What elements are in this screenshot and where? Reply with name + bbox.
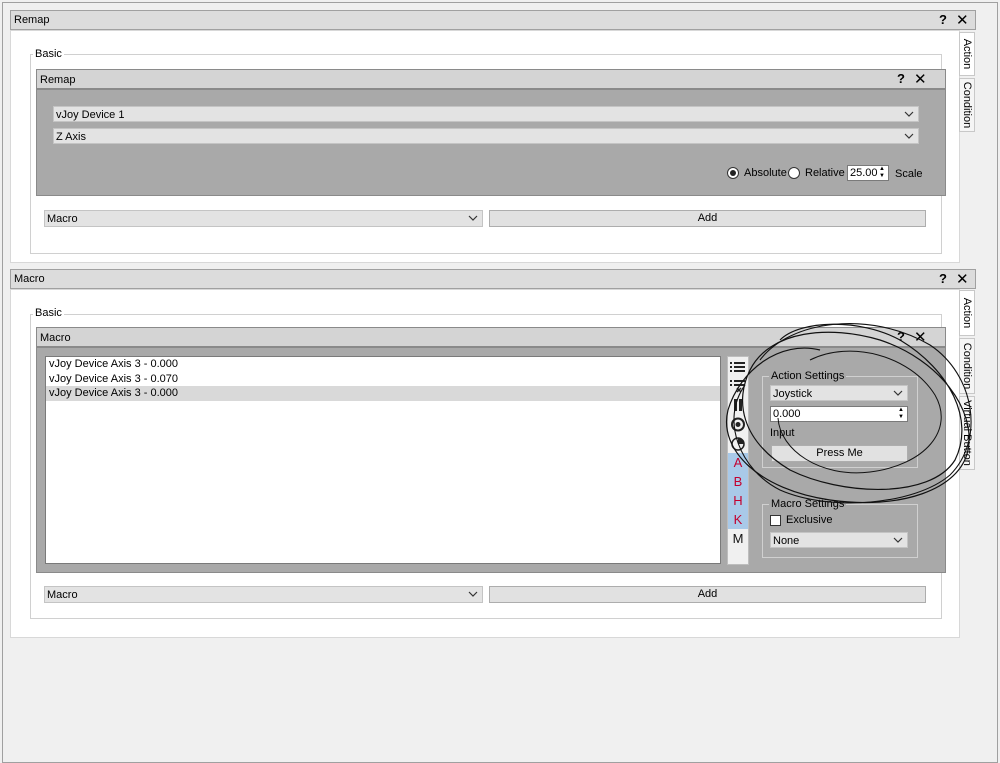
remap-panel-title: Remap bbox=[14, 14, 50, 26]
device-select-value: vJoy Device 1 bbox=[56, 109, 125, 121]
macro-panel-titlebar: Macro ? ✕ bbox=[10, 269, 976, 289]
remap-inner-titlebar: Remap ? ✕ bbox=[36, 69, 946, 89]
chevron-down-icon bbox=[904, 133, 914, 139]
add-button[interactable]: Add bbox=[489, 586, 926, 603]
add-button[interactable]: Add bbox=[489, 210, 926, 227]
absolute-radio[interactable] bbox=[727, 167, 739, 179]
chevron-down-icon bbox=[468, 215, 478, 221]
list-item[interactable]: vJoy Device Axis 3 - 0.000 bbox=[46, 386, 720, 401]
tab-condition[interactable]: Condition bbox=[959, 78, 975, 132]
remap-inner-body: vJoy Device 1 Z Axis Absolute Relative 2… bbox=[36, 89, 946, 196]
relative-label: Relative bbox=[805, 167, 845, 179]
relative-radio[interactable] bbox=[788, 167, 800, 179]
list-item[interactable]: vJoy Device Axis 3 - 0.000 bbox=[46, 357, 720, 372]
macro-inner-title: Macro bbox=[40, 332, 71, 344]
chevron-down-icon bbox=[893, 537, 903, 543]
tab-action-label: Action bbox=[961, 38, 973, 70]
tab-action[interactable]: Action bbox=[959, 32, 975, 76]
absolute-label: Absolute bbox=[744, 167, 787, 179]
help-button[interactable]: ? bbox=[939, 12, 947, 27]
close-button[interactable]: ✕ bbox=[956, 270, 969, 288]
freehand-annotation bbox=[726, 323, 972, 504]
action-type-value: Macro bbox=[47, 213, 78, 225]
spin-arrows-icon[interactable]: ▲ ▼ bbox=[877, 166, 887, 180]
basic-group-label: Basic bbox=[33, 307, 64, 319]
action-type-value: Macro bbox=[47, 589, 78, 601]
remap-panel-body: Basic Remap ? ✕ vJoy Device 1 Z Axis Abs… bbox=[10, 30, 960, 263]
macro-action-list[interactable]: vJoy Device Axis 3 - 0.000 vJoy Device A… bbox=[45, 356, 721, 564]
chevron-down-icon bbox=[904, 111, 914, 117]
axis-select[interactable]: Z Axis bbox=[53, 128, 919, 144]
macro-mode-value: None bbox=[773, 535, 800, 547]
scale-spinbox[interactable]: 25.00 ▲ ▼ bbox=[847, 165, 889, 181]
help-button[interactable]: ? bbox=[939, 271, 947, 286]
letter-m-icon[interactable]: M bbox=[728, 529, 748, 548]
action-type-select[interactable]: Macro bbox=[44, 586, 483, 603]
help-button[interactable]: ? bbox=[897, 71, 905, 86]
remap-panel-titlebar: Remap ? ✕ bbox=[10, 10, 976, 30]
tab-condition-label: Condition bbox=[961, 81, 973, 129]
list-item[interactable]: vJoy Device Axis 3 - 0.070 bbox=[46, 372, 720, 387]
scale-label: Scale bbox=[895, 168, 923, 180]
axis-select-value: Z Axis bbox=[56, 131, 86, 143]
close-button[interactable]: ✕ bbox=[914, 70, 927, 88]
macro-panel-title: Macro bbox=[14, 273, 45, 285]
basic-group-label: Basic bbox=[33, 48, 64, 60]
close-button[interactable]: ✕ bbox=[956, 11, 969, 29]
action-type-select[interactable]: Macro bbox=[44, 210, 483, 227]
chevron-down-icon bbox=[468, 591, 478, 597]
remap-inner-title: Remap bbox=[40, 74, 76, 86]
scale-value: 25.00 bbox=[850, 167, 878, 179]
device-select[interactable]: vJoy Device 1 bbox=[53, 106, 919, 122]
macro-mode-select[interactable]: None bbox=[770, 532, 908, 548]
